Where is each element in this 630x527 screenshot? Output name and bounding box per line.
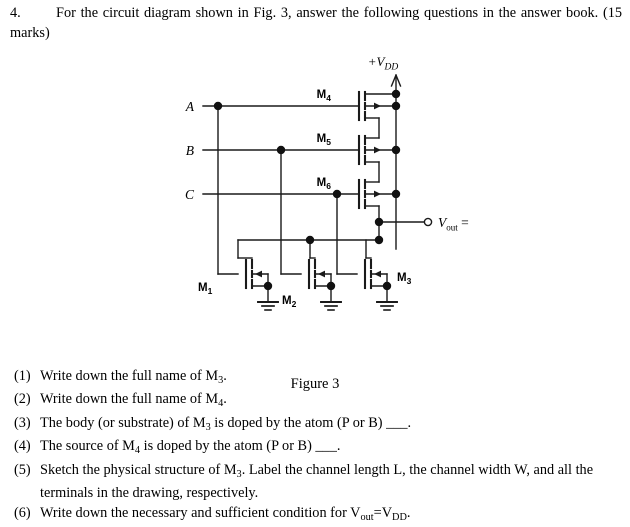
question-intro: 4. For the circuit diagram shown in Fig. … bbox=[10, 4, 622, 43]
dot-m1-source-gnd bbox=[263, 281, 273, 291]
list-item: (6) Write down the necessary and suffici… bbox=[14, 504, 622, 527]
label-input-b: B bbox=[186, 143, 194, 158]
question-label: (3) bbox=[14, 414, 31, 431]
question-label: (4) bbox=[14, 438, 31, 455]
list-item: (1) Write down the full name of M3. bbox=[14, 367, 622, 390]
exam-question-page: 4. For the circuit diagram shown in Fig. … bbox=[0, 0, 630, 523]
list-item: (5) Sketch the physical structure of M3.… bbox=[14, 461, 622, 504]
dot-input-a bbox=[213, 101, 223, 111]
label-m5: M5 bbox=[317, 133, 332, 147]
vout-label-sub: out bbox=[446, 223, 458, 233]
circuit-diagram-svg: +VDD Vout = A B C M4 M5 M6 M1 M2 M3 bbox=[185, 54, 469, 311]
question-text: Write down the necessary and sufficient … bbox=[40, 504, 411, 523]
circuit-figure: +VDD Vout = A B C M4 M5 M6 M1 M2 M3 Figu… bbox=[0, 48, 630, 392]
m5-bulk-arrow bbox=[374, 146, 381, 154]
list-item: (3) The body (or substrate) of M3 is dop… bbox=[14, 414, 622, 437]
m1-bulk-arrow bbox=[255, 270, 262, 278]
question-text: Write down the full name of M3. bbox=[40, 368, 227, 386]
question-text: The source of M4 is doped by the atom (P… bbox=[40, 438, 341, 457]
question-label: (1) bbox=[14, 368, 31, 384]
label-m2: M2 bbox=[282, 295, 297, 309]
m2-bulk-arrow bbox=[318, 270, 325, 278]
dot-m3-source-gnd bbox=[382, 281, 392, 291]
label-m1: M1 bbox=[198, 282, 213, 296]
junction-dots bbox=[213, 89, 401, 291]
question-label: (5) bbox=[14, 461, 31, 478]
m3-bulk-arrow bbox=[374, 270, 381, 278]
vdd-label-sub: DD bbox=[383, 63, 398, 73]
m4-bulk-arrow bbox=[374, 102, 381, 110]
question-text: The body (or substrate) of M3 is doped b… bbox=[40, 414, 412, 433]
dot-input-b bbox=[276, 145, 286, 155]
list-item: (2) Write down the full name of M4. bbox=[14, 390, 622, 413]
question-list: (1) Write down the full name of M3. (2) … bbox=[14, 367, 622, 527]
question-number: 4. bbox=[10, 5, 21, 21]
label-input-a: A bbox=[185, 99, 195, 114]
dot-input-c bbox=[332, 189, 342, 199]
dot-vdd-m6-bulk bbox=[391, 189, 401, 199]
dot-nmos-rail-right bbox=[374, 235, 384, 245]
vout-label-suffix: = bbox=[458, 215, 469, 230]
label-m6: M6 bbox=[317, 177, 332, 191]
dot-output-node bbox=[374, 217, 384, 227]
label-m3: M3 bbox=[397, 272, 412, 286]
dot-nmos-rail-mid bbox=[305, 235, 315, 245]
vdd-label: +VDD bbox=[368, 54, 399, 73]
m6-bulk-arrow bbox=[374, 190, 381, 198]
vout-label: Vout = bbox=[438, 215, 469, 233]
list-item: (4) The source of M4 is doped by the ato… bbox=[14, 437, 622, 460]
dot-vdd-m4-source bbox=[391, 89, 401, 99]
dot-vdd-m4-bulk bbox=[391, 101, 401, 111]
label-input-c: C bbox=[185, 187, 195, 202]
dot-vdd-m5-bulk bbox=[391, 145, 401, 155]
question-intro-text: For the circuit diagram shown in Fig. 3,… bbox=[10, 5, 622, 41]
question-text: Write down the full name of M4. bbox=[40, 391, 227, 410]
question-label: (2) bbox=[14, 391, 31, 408]
output-terminal-circle bbox=[423, 217, 433, 227]
question-text: Sketch the physical structure of M3. Lab… bbox=[40, 461, 594, 502]
dot-m2-source-gnd bbox=[326, 281, 336, 291]
label-m4: M4 bbox=[317, 89, 332, 103]
question-label: (6) bbox=[14, 504, 31, 521]
